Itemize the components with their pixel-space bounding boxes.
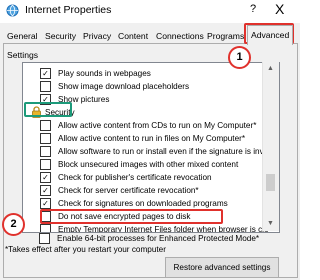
tab-security[interactable]: Security xyxy=(42,29,79,43)
setting-label: Allow active content from CDs to run on … xyxy=(58,121,257,130)
tab-privacy[interactable]: Privacy xyxy=(80,29,114,43)
highlight-security-group xyxy=(24,102,72,117)
setting-label: Check for server certificate revocation* xyxy=(58,186,199,195)
title-bar: Internet Properties ? X xyxy=(0,0,300,23)
checkbox-checked[interactable]: ✓ xyxy=(40,172,51,183)
setting-label: Check for publisher's certificate revoca… xyxy=(58,173,212,182)
restore-advanced-settings-button[interactable]: Restore advanced settings xyxy=(165,257,279,278)
checkbox-unchecked[interactable] xyxy=(40,146,51,157)
checkbox-unchecked[interactable] xyxy=(40,133,51,144)
tab-content[interactable]: Content xyxy=(115,29,151,43)
step-badge-2: 2 xyxy=(2,213,25,236)
setting-label: Allow active content to run in files on … xyxy=(58,134,246,143)
setting-enable-64bit[interactable]: Enable 64-bit processes for Enhanced Pro… xyxy=(22,232,262,245)
help-button[interactable]: ? xyxy=(250,3,256,15)
tab-general[interactable]: General xyxy=(4,29,41,43)
setting-label: Allow software to run or install even if… xyxy=(58,147,269,156)
checkbox-unchecked[interactable] xyxy=(40,159,51,170)
setting-label: Enable 64-bit processes for Enhanced Pro… xyxy=(57,234,260,243)
restart-footnote: *Takes effect after you restart your com… xyxy=(5,245,166,254)
checkbox-unchecked[interactable] xyxy=(39,233,50,244)
step-badge-1: 1 xyxy=(228,46,251,69)
tab-connections[interactable]: Connections xyxy=(153,29,207,43)
tab-strip: General Security Privacy Content Connect… xyxy=(0,23,300,45)
setting-label: Block unsecured images with other mixed … xyxy=(58,160,239,169)
tab-programs[interactable]: Programs xyxy=(204,29,247,43)
scroll-down-arrow-icon[interactable]: ▼ xyxy=(267,220,274,227)
checkbox-checked[interactable]: ✓ xyxy=(40,185,51,196)
tab-advanced[interactable]: Advanced xyxy=(247,25,294,45)
checkbox-unchecked[interactable] xyxy=(40,81,51,92)
internet-globe-icon xyxy=(6,4,19,17)
scroll-up-arrow-icon[interactable]: ▲ xyxy=(267,65,274,72)
checkbox-checked[interactable]: ✓ xyxy=(40,198,51,209)
checkbox-unchecked[interactable] xyxy=(40,120,51,131)
window-title: Internet Properties xyxy=(25,4,112,16)
vertical-scrollbar[interactable]: ▲ ▼ xyxy=(262,62,279,231)
settings-list[interactable]: ✓ Play sounds in webpages Show image dow… xyxy=(22,62,280,233)
settings-group-label: Settings xyxy=(7,50,39,60)
close-button[interactable]: X xyxy=(275,1,284,17)
highlight-do-not-save-encrypted xyxy=(40,209,223,224)
setting-label: Show image download placeholders xyxy=(58,82,190,91)
setting-label: Play sounds in webpages xyxy=(58,69,151,78)
scrollbar-thumb[interactable] xyxy=(266,174,275,191)
internet-properties-dialog: Internet Properties ? X General Security… xyxy=(0,0,300,280)
checkbox-checked[interactable]: ✓ xyxy=(40,68,51,79)
